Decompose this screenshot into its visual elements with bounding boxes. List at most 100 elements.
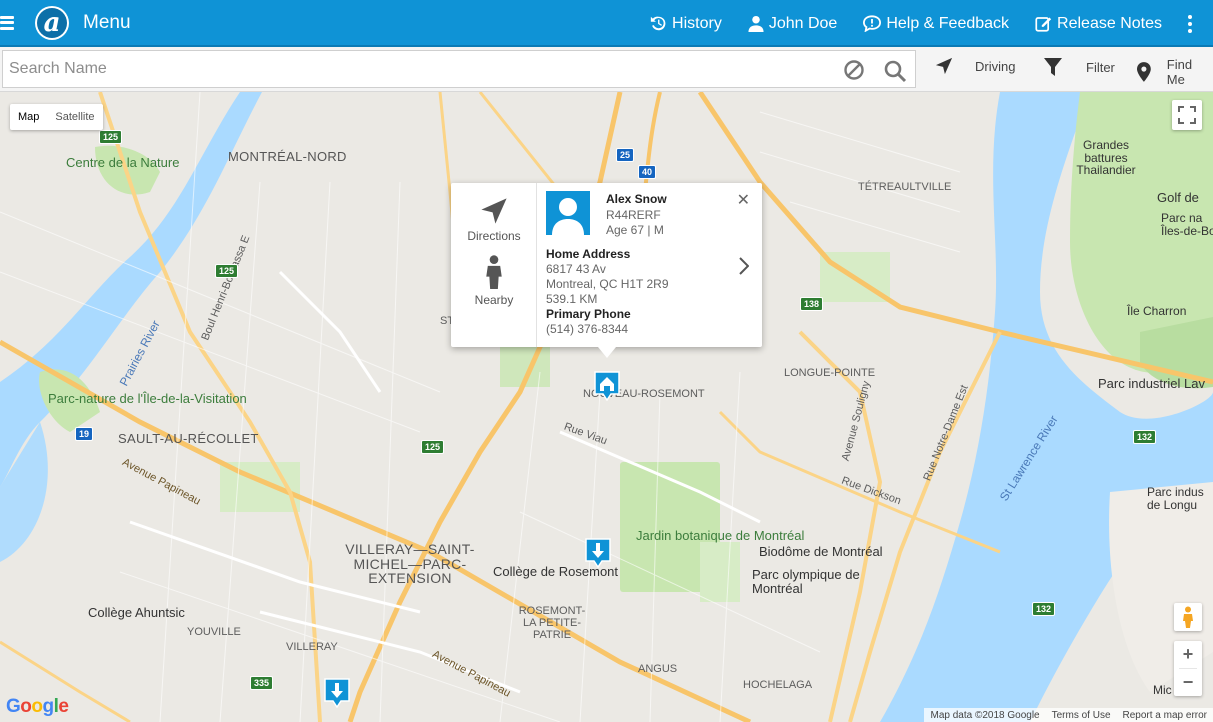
chevron-right-icon[interactable] bbox=[739, 257, 749, 275]
arrow-down-marker-icon[interactable] bbox=[324, 678, 350, 708]
person-id: R44RERF bbox=[606, 208, 661, 222]
more-options-icon[interactable] bbox=[1188, 14, 1192, 33]
map-type-satellite[interactable]: Satellite bbox=[47, 104, 102, 130]
find-me-button[interactable]: Find Me bbox=[1137, 57, 1213, 87]
label-sault: SAULT-AU-RÉCOLLET bbox=[118, 431, 259, 446]
street-view-pegman-icon[interactable] bbox=[1174, 603, 1202, 631]
label-rosemont: ROSEMONT-LA PETITE-PATRIE bbox=[518, 605, 586, 642]
report-error-link[interactable]: Report a map error bbox=[1117, 710, 1213, 721]
highway-shield: 125 bbox=[99, 130, 123, 144]
person-age: Age 67 | M bbox=[606, 223, 664, 237]
nearby-button[interactable]: Nearby bbox=[451, 255, 537, 307]
label-golf: Golf de bbox=[1157, 190, 1199, 205]
label-parc-iles: Parc na Îles-de-Bo bbox=[1161, 211, 1213, 238]
highway-shield: 25 bbox=[616, 148, 635, 162]
clear-search-icon[interactable] bbox=[843, 59, 865, 81]
app-logo[interactable]: a bbox=[35, 5, 69, 40]
label-montreal-nord: MONTRÉAL-NORD bbox=[228, 149, 347, 164]
person-icon bbox=[486, 255, 502, 289]
primary-phone: (514) 376-8344 bbox=[546, 322, 629, 336]
label-parc-industriel: Parc industriel Lav bbox=[1098, 376, 1205, 391]
highway-shield: 132 bbox=[1032, 602, 1056, 616]
search-icon[interactable] bbox=[883, 59, 907, 83]
user-icon bbox=[748, 15, 764, 32]
label-ile-charron: Île Charron bbox=[1127, 304, 1187, 318]
navigation-arrow-icon bbox=[935, 57, 953, 75]
directions-arrow-icon bbox=[481, 198, 507, 224]
label-parc-nature: Parc-nature de l'Île-de-la-Visitation bbox=[48, 391, 247, 406]
release-notes-label: Release Notes bbox=[1057, 14, 1162, 32]
address-line-2: Montreal, QC H1T 2R9 bbox=[546, 277, 669, 291]
hamburger-menu-icon[interactable] bbox=[0, 15, 14, 30]
google-logo: Google bbox=[6, 696, 69, 717]
user-button[interactable]: John Doe bbox=[748, 14, 838, 33]
history-icon bbox=[650, 16, 666, 31]
close-icon[interactable]: ✕ bbox=[737, 190, 750, 210]
highway-shield: 132 bbox=[1133, 430, 1157, 444]
help-feedback-button[interactable]: Help & Feedback bbox=[863, 15, 1009, 33]
label-college-ahuntsic: Collège Ahuntsic bbox=[88, 605, 185, 620]
filter-button[interactable]: Filter bbox=[1044, 57, 1115, 77]
terms-link[interactable]: Terms of Use bbox=[1046, 710, 1117, 721]
filter-icon bbox=[1044, 58, 1062, 76]
edit-icon bbox=[1035, 17, 1052, 32]
directions-label: Directions bbox=[467, 229, 521, 243]
find-me-label: Find Me bbox=[1166, 57, 1193, 87]
home-address-heading: Home Address bbox=[546, 247, 631, 261]
fullscreen-icon[interactable] bbox=[1172, 100, 1202, 130]
release-notes-button[interactable]: Release Notes bbox=[1035, 15, 1162, 33]
popup-actions: Directions Nearby bbox=[451, 183, 537, 347]
filter-label: Filter bbox=[1086, 59, 1115, 75]
location-pin-icon bbox=[1137, 62, 1151, 82]
label-villeray-saint-michel: VILLERAY—SAINT-MICHEL—PARC-EXTENSION bbox=[345, 541, 475, 587]
avatar bbox=[546, 191, 590, 235]
label-tetreaultville: TÉTREAULTVILLE bbox=[858, 181, 952, 193]
label-parc-indus-longue: Parc indus de Longu bbox=[1147, 485, 1204, 513]
label-hochelaga: HOCHELAGA bbox=[743, 679, 813, 691]
label-mic: Mic bbox=[1153, 683, 1172, 697]
label-villeray: VILLERAY bbox=[286, 641, 338, 653]
logo-letter: a bbox=[37, 7, 67, 38]
highway-shield: 335 bbox=[250, 676, 274, 690]
history-button[interactable]: History bbox=[650, 15, 722, 33]
label-angus: ANGUS bbox=[638, 663, 678, 675]
person-name: Alex Snow bbox=[606, 192, 667, 206]
label-youville: YOUVILLE bbox=[187, 626, 241, 638]
zoom-in-button[interactable]: + bbox=[1174, 641, 1202, 668]
user-label: John Doe bbox=[768, 14, 838, 32]
person-info-popup: Directions Nearby Alex Snow R44RERF Age … bbox=[451, 183, 762, 358]
highway-shield: 125 bbox=[215, 264, 239, 278]
search-toolbar: Driving Filter Find Me bbox=[0, 47, 1213, 92]
help-feedback-label: Help & Feedback bbox=[886, 14, 1010, 32]
label-grandes-battures: Grandes battures Thailandier bbox=[1076, 138, 1136, 178]
top-nav: History John Doe Help & Feedback Release… bbox=[650, 0, 1213, 47]
top-bar: a Menu History John Doe Help & Feedback … bbox=[0, 0, 1213, 47]
highway-shield: 19 bbox=[75, 427, 94, 441]
search-input[interactable] bbox=[3, 51, 823, 87]
arrow-down-marker-icon[interactable] bbox=[585, 538, 611, 568]
history-label: History bbox=[672, 14, 722, 32]
label-parc-olympique: Parc olympique de Montréal bbox=[752, 567, 860, 596]
label-centre-nature: Centre de la Nature bbox=[66, 155, 180, 170]
home-marker-icon[interactable] bbox=[594, 371, 620, 401]
zoom-out-button[interactable]: − bbox=[1174, 669, 1202, 696]
directions-button[interactable]: Directions bbox=[451, 197, 537, 243]
label-jardin-botanique: Jardin botanique de Montréal bbox=[636, 528, 805, 543]
highway-shield: 138 bbox=[800, 297, 824, 311]
highway-shield: 40 bbox=[638, 165, 657, 179]
driving-label: Driving bbox=[975, 58, 1016, 74]
map-attribution: Map data ©2018 Google Terms of Use Repor… bbox=[924, 708, 1213, 722]
app-window: a Menu History John Doe Help & Feedback … bbox=[0, 0, 1213, 722]
map-type-map[interactable]: Map bbox=[10, 104, 47, 130]
zoom-control: + − bbox=[1174, 641, 1202, 696]
label-biodome: Biodôme de Montréal bbox=[759, 544, 883, 559]
nearby-label: Nearby bbox=[474, 293, 514, 307]
map-data-text: Map data ©2018 Google bbox=[930, 709, 1040, 721]
address-line-1: 6817 43 Av bbox=[546, 262, 606, 276]
distance: 539.1 KM bbox=[546, 292, 598, 306]
menu-button[interactable]: Menu bbox=[83, 12, 131, 34]
feedback-icon bbox=[863, 15, 882, 32]
highway-shield: 125 bbox=[421, 440, 445, 454]
driving-button[interactable]: Driving bbox=[935, 57, 1015, 75]
primary-phone-heading: Primary Phone bbox=[546, 307, 631, 321]
